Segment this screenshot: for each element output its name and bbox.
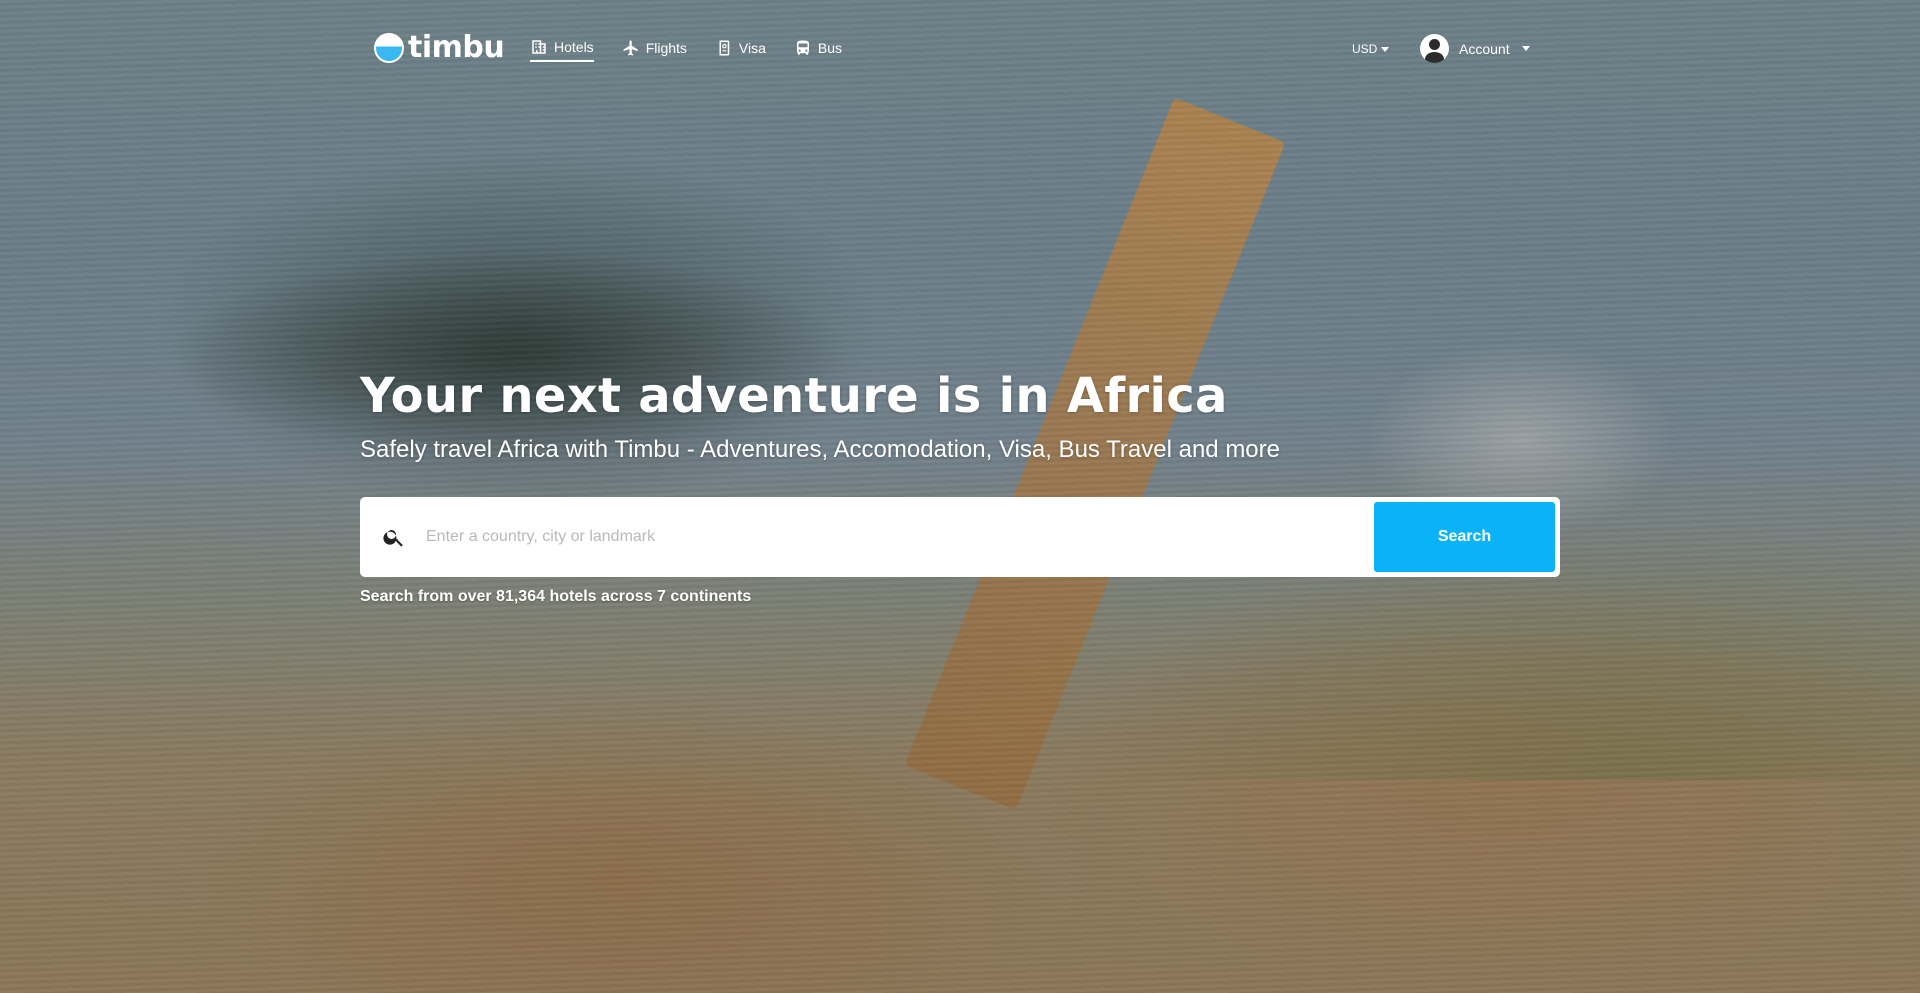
nav-item-label: Hotels	[554, 39, 594, 55]
building-icon	[530, 38, 548, 56]
nav-item-flights[interactable]: Flights	[622, 38, 687, 62]
logo[interactable]: timbu	[374, 30, 505, 65]
search-icon	[382, 525, 406, 549]
nav-item-label: Bus	[817, 40, 843, 56]
search-box: Search	[360, 497, 1560, 577]
search-note: Search from over 81,364 hotels across 7 …	[360, 588, 752, 605]
hero-subtitle: Safely travel Africa with Timbu - Advent…	[360, 436, 1280, 463]
logo-text: timbu	[408, 30, 505, 65]
account-label: Account	[1459, 40, 1510, 57]
nav-item-label: Visa	[738, 40, 766, 56]
passport-icon	[715, 39, 733, 57]
currency-label: USD	[1352, 42, 1378, 56]
site-header: timbu Hotels Flights Visa Bus USD Accoun…	[0, 0, 1920, 98]
hero-title: Your next adventure is in Africa	[360, 368, 1228, 424]
nav-item-visa[interactable]: Visa	[715, 38, 766, 62]
chevron-down-icon	[1381, 46, 1390, 52]
acacia-tree-image	[170, 250, 850, 460]
nav-item-hotels[interactable]: Hotels	[530, 38, 594, 62]
nav-item-label: Flights	[645, 40, 687, 56]
airplane-icon	[622, 39, 640, 57]
main-nav: Hotels Flights Visa Bus	[530, 38, 870, 62]
chevron-down-icon	[1521, 46, 1530, 51]
bus-icon	[794, 39, 812, 57]
nav-item-bus[interactable]: Bus	[794, 38, 842, 62]
currency-selector[interactable]: USD	[1352, 42, 1390, 56]
logo-mark-icon	[374, 33, 404, 63]
search-button[interactable]: Search	[1374, 502, 1555, 572]
search-input[interactable]	[426, 507, 1374, 567]
account-menu[interactable]: Account	[1420, 34, 1530, 63]
avatar-icon	[1420, 34, 1449, 63]
